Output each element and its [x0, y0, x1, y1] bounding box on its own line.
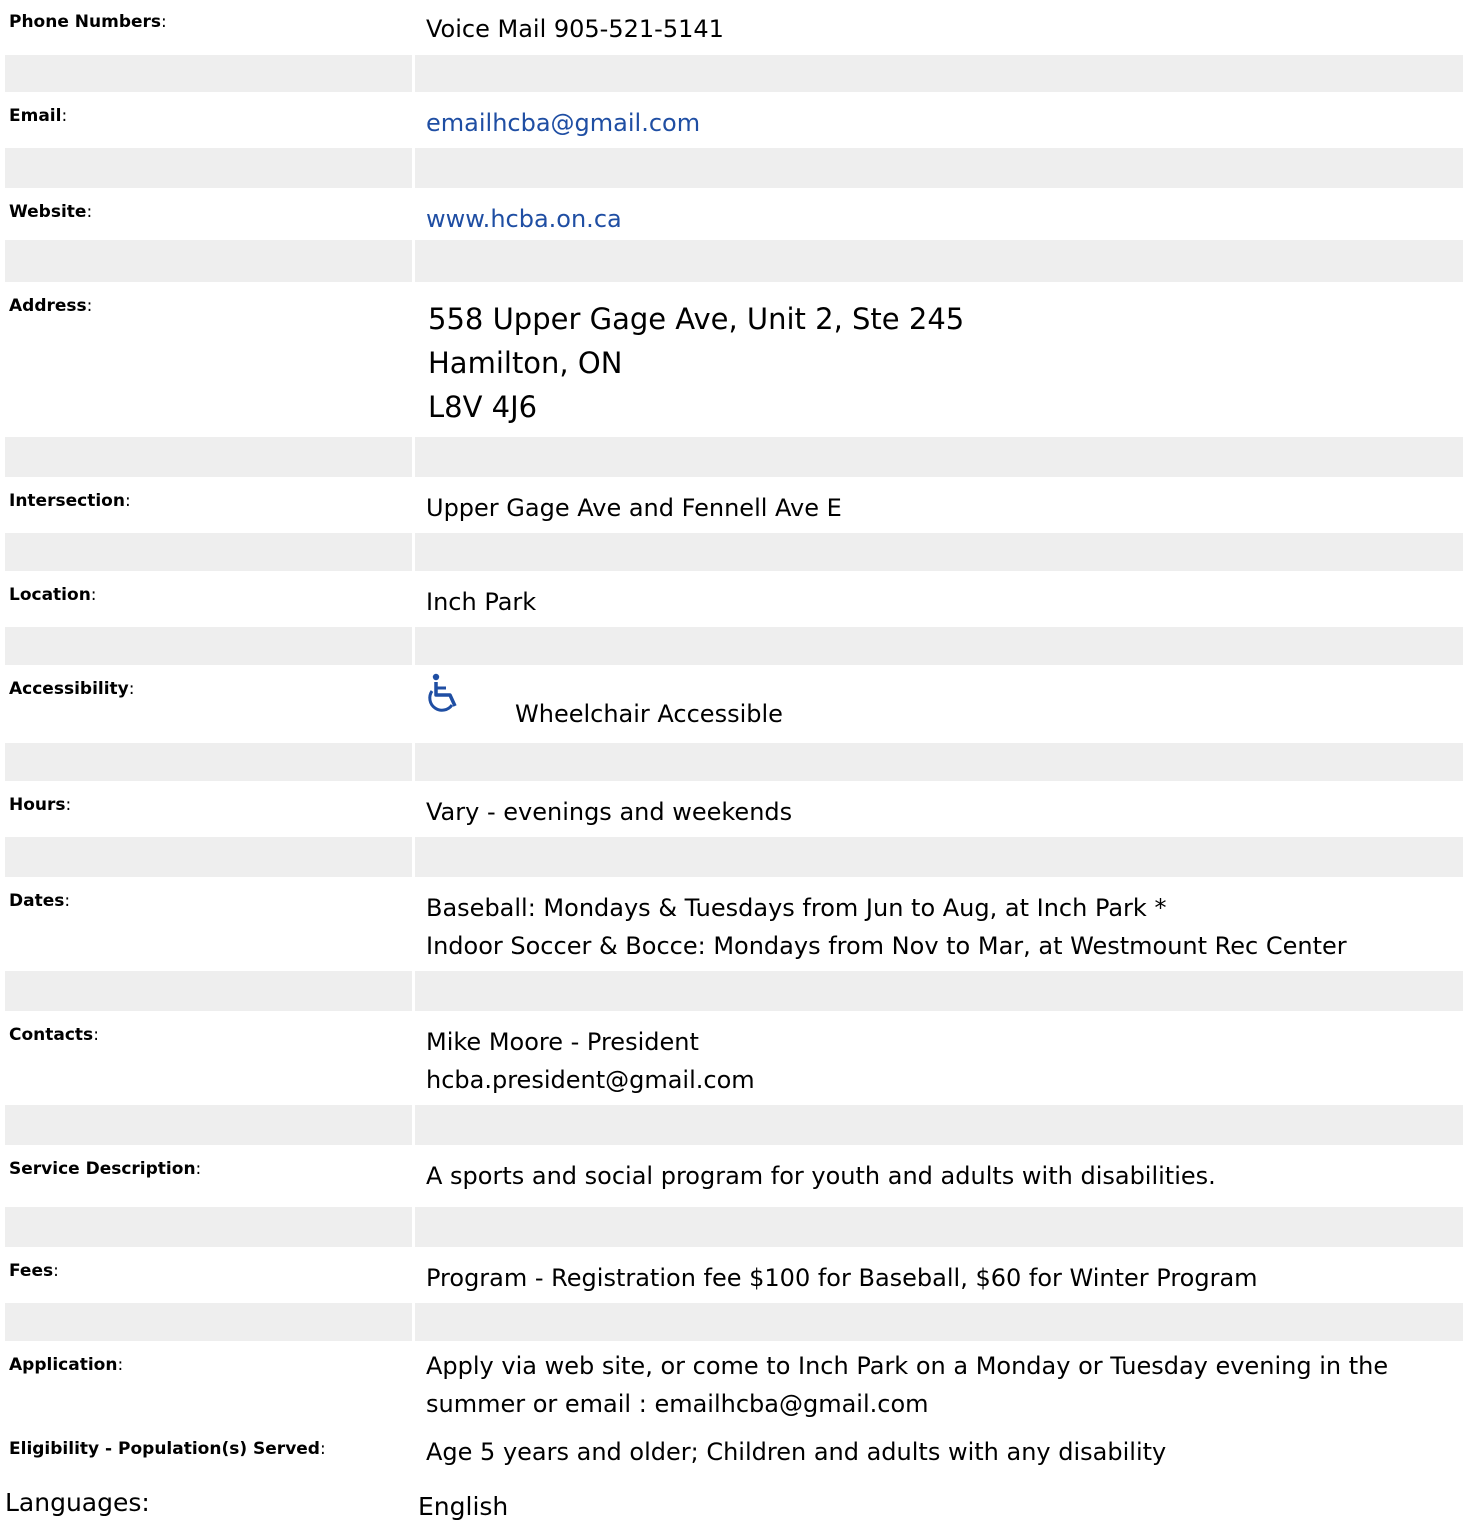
value-fees: Program - Registration fee $100 for Base… [415, 1249, 1463, 1301]
spacer-row [0, 1303, 1463, 1341]
row-service-description: Service Description: A sports and social… [0, 1147, 1463, 1205]
spacer-row [0, 837, 1463, 877]
label-hours: Hours: [5, 783, 412, 835]
value-contacts: Mike Moore - President hcba.president@gm… [415, 1013, 1463, 1103]
label-email: Email: [5, 94, 412, 146]
row-address: Address: 558 Upper Gage Ave, Unit 2, Ste… [0, 284, 1463, 435]
row-phone: Phone Numbers: Voice Mail 905-521-5141 [0, 0, 1463, 53]
row-website: Website: www.hcba.on.ca [0, 190, 1463, 238]
value-intersection: Upper Gage Ave and Fennell Ave E [415, 479, 1463, 531]
spacer-row [0, 1105, 1463, 1145]
label-accessibility: Accessibility: [5, 667, 412, 741]
value-dates: Baseball: Mondays & Tuesdays from Jun to… [415, 879, 1463, 969]
label-languages: Languages: [5, 1488, 412, 1522]
label-eligibility: Eligibility - Population(s) Served: [5, 1427, 412, 1485]
spacer-row [0, 627, 1463, 665]
value-phone: Voice Mail 905-521-5141 [415, 0, 1463, 53]
row-intersection: Intersection: Upper Gage Ave and Fennell… [0, 479, 1463, 531]
row-hours: Hours: Vary - evenings and weekends [0, 783, 1463, 835]
label-intersection: Intersection: [5, 479, 412, 531]
label-contacts: Contacts: [5, 1013, 412, 1103]
label-phone: Phone Numbers: [5, 0, 412, 53]
value-languages: English [415, 1488, 1463, 1522]
row-eligibility: Eligibility - Population(s) Served: Age … [0, 1427, 1463, 1485]
row-location: Location: Inch Park [0, 573, 1463, 625]
email-link[interactable]: emailhcba@gmail.com [426, 104, 1463, 142]
value-service-description: A sports and social program for youth an… [415, 1147, 1463, 1205]
spacer-row [0, 1207, 1463, 1247]
row-languages: Languages: English [0, 1488, 1463, 1522]
label-service-description: Service Description: [5, 1147, 412, 1205]
label-application: Application: [5, 1343, 412, 1425]
label-fees: Fees: [5, 1249, 412, 1301]
spacer-row [0, 533, 1463, 571]
spacer-row [0, 743, 1463, 781]
label-location: Location: [5, 573, 412, 625]
spacer-row [0, 971, 1463, 1011]
row-email: Email: emailhcba@gmail.com [0, 94, 1463, 146]
value-location: Inch Park [415, 573, 1463, 625]
spacer-row [0, 240, 1463, 282]
spacer-row [0, 55, 1463, 92]
row-application: Application: Apply via web site, or come… [0, 1343, 1463, 1425]
label-website: Website: [5, 190, 412, 238]
value-application: Apply via web site, or come to Inch Park… [415, 1343, 1463, 1425]
label-address: Address: [5, 284, 412, 435]
spacer-row [0, 437, 1463, 477]
row-accessibility: Accessibility: Wheelchair Accessible [0, 667, 1463, 741]
spacer-row [0, 148, 1463, 188]
value-hours: Vary - evenings and weekends [415, 783, 1463, 835]
row-fees: Fees: Program - Registration fee $100 fo… [0, 1249, 1463, 1301]
value-website: www.hcba.on.ca [415, 190, 1463, 238]
row-contacts: Contacts: Mike Moore - President hcba.pr… [0, 1013, 1463, 1103]
value-email: emailhcba@gmail.com [415, 94, 1463, 146]
website-link[interactable]: www.hcba.on.ca [426, 200, 1463, 238]
wheelchair-icon [428, 673, 457, 712]
value-eligibility: Age 5 years and older; Children and adul… [415, 1427, 1463, 1485]
wheelchair-accessible-text: Wheelchair Accessible [515, 700, 783, 728]
label-dates: Dates: [5, 879, 412, 969]
value-address: 558 Upper Gage Ave, Unit 2, Ste 245 Hami… [415, 284, 1463, 435]
row-dates: Dates: Baseball: Mondays & Tuesdays from… [0, 879, 1463, 969]
service-details-table: Phone Numbers: Voice Mail 905-521-5141 E… [0, 0, 1463, 1522]
